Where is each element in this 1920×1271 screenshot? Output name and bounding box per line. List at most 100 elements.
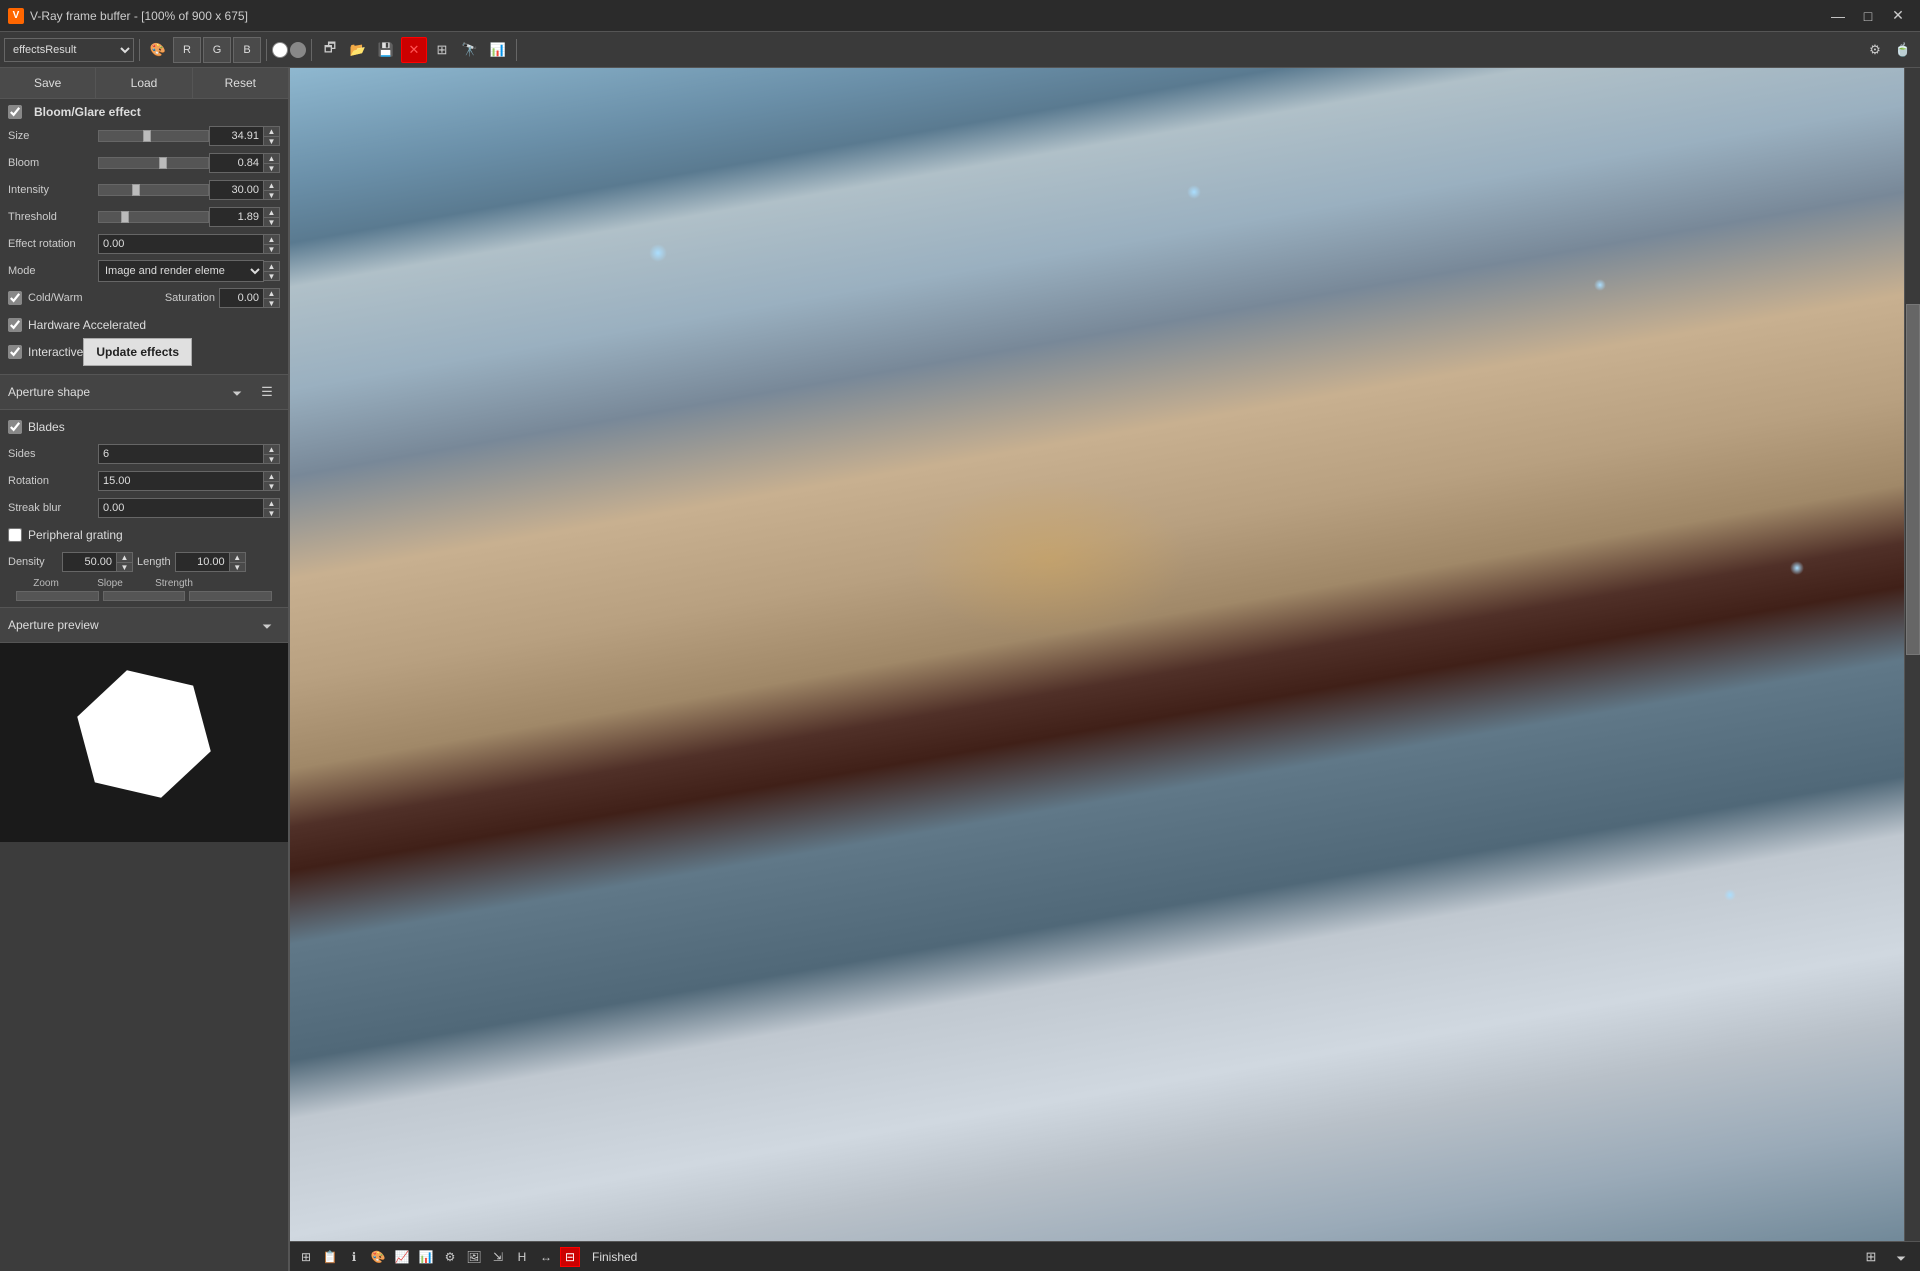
size-input[interactable] <box>209 126 264 146</box>
mode-spin-up[interactable]: ▲ <box>264 261 280 271</box>
collapse-preview-icon[interactable]: 🞃 <box>254 612 280 638</box>
histogram-icon[interactable]: 📊 <box>485 37 511 63</box>
sides-input[interactable] <box>98 444 264 464</box>
aperture-preview-header: Aperture preview 🞃 <box>0 607 288 642</box>
g-channel-button[interactable]: G <box>203 37 231 63</box>
intensity-slider[interactable] <box>98 184 209 196</box>
streak-blur-label: Streak blur <box>8 502 98 514</box>
save-icon[interactable]: 💾 <box>373 37 399 63</box>
streak-blur-spin-down[interactable]: ▼ <box>264 508 280 518</box>
bloom-input[interactable] <box>209 153 264 173</box>
saturation-spin-down[interactable]: ▼ <box>264 298 280 308</box>
reset-button[interactable]: Reset <box>193 68 288 98</box>
size-spin-up[interactable]: ▲ <box>264 126 280 136</box>
bloom-glare-checkbox[interactable] <box>8 105 22 119</box>
cold-warm-row: Cold/Warm Saturation ▲ ▼ <box>8 287 280 309</box>
blades-label: Blades <box>28 420 65 434</box>
length-spin-up[interactable]: ▲ <box>230 552 246 562</box>
density-input[interactable] <box>62 552 117 572</box>
threshold-spin-up[interactable]: ▲ <box>264 207 280 217</box>
size-slider[interactable] <box>98 130 209 142</box>
toolbar-separator-2 <box>266 39 267 61</box>
stop-icon[interactable]: ✕ <box>401 37 427 63</box>
zoom-slider[interactable] <box>16 591 99 601</box>
gray-circle <box>290 42 306 58</box>
sides-spin-down[interactable]: ▼ <box>264 454 280 464</box>
load-button[interactable]: Load <box>96 68 192 98</box>
density-spin-down[interactable]: ▼ <box>117 562 133 572</box>
minimize-button[interactable]: ― <box>1824 2 1852 30</box>
update-effects-button[interactable]: Update effects <box>83 338 192 366</box>
title-bar: V V-Ray frame buffer - [100% of 900 x 67… <box>0 0 1920 32</box>
threshold-input[interactable] <box>209 207 264 227</box>
rotation-spin-up[interactable]: ▲ <box>264 471 280 481</box>
strength-slider[interactable] <box>189 591 272 601</box>
teapot-icon[interactable]: 🍵 <box>1890 37 1916 63</box>
layers-icon[interactable]: 🗗 <box>317 37 343 63</box>
length-label: Length <box>137 556 171 568</box>
render-channel-dropdown[interactable]: effectsResult <box>4 38 134 62</box>
intensity-spin-down[interactable]: ▼ <box>264 190 280 200</box>
streak-blur-row: Streak blur ▲ ▼ <box>8 497 280 519</box>
hue-icon[interactable]: 🎨 <box>145 37 171 63</box>
streak-blur-spin-up[interactable]: ▲ <box>264 498 280 508</box>
slope-slider[interactable] <box>103 591 186 601</box>
toolbar-separator <box>139 39 140 61</box>
r-channel-button[interactable]: R <box>173 37 201 63</box>
bloom-slider[interactable] <box>98 157 209 169</box>
saturation-spin-up[interactable]: ▲ <box>264 288 280 298</box>
saturation-input[interactable] <box>219 288 264 308</box>
sides-spin-up[interactable]: ▲ <box>264 444 280 454</box>
intensity-input[interactable] <box>209 180 264 200</box>
close-button[interactable]: ✕ <box>1884 2 1912 30</box>
maximize-button[interactable]: □ <box>1854 2 1882 30</box>
cold-warm-checkbox[interactable] <box>8 291 22 305</box>
length-spin-down[interactable]: ▼ <box>230 562 246 572</box>
intensity-spin-up[interactable]: ▲ <box>264 180 280 190</box>
stop-render-icon[interactable]: ⊟ <box>560 1247 580 1267</box>
threshold-spin-down[interactable]: ▼ <box>264 217 280 227</box>
zoom-slope-strength-labels: Zoom Slope Strength <box>16 578 272 589</box>
settings-icon[interactable]: ⚙ <box>1862 37 1888 63</box>
bloom-spin-down[interactable]: ▼ <box>264 163 280 173</box>
length-input[interactable] <box>175 552 230 572</box>
rotation-spinner: ▲ ▼ <box>264 471 280 491</box>
app-icon: V <box>8 8 24 24</box>
peripheral-grating-label: Peripheral grating <box>28 528 123 542</box>
b-channel-button[interactable]: B <box>233 37 261 63</box>
size-spinner[interactable]: ▲ ▼ <box>264 126 280 146</box>
save-button[interactable]: Save <box>0 68 96 98</box>
status-menu-icon[interactable]: 🞃 <box>1888 1244 1914 1270</box>
interactive-checkbox[interactable] <box>8 345 22 359</box>
effect-rotation-input[interactable] <box>98 234 264 254</box>
bloom-glare-header: Bloom/Glare effect <box>8 105 280 119</box>
hw-accelerated-label: Hardware Accelerated <box>28 318 146 332</box>
effect-rotation-spin-down[interactable]: ▼ <box>264 244 280 254</box>
collapse-aperture-icon[interactable]: 🞃 <box>224 379 250 405</box>
bloom-spin-up[interactable]: ▲ <box>264 153 280 163</box>
scroll-thumb[interactable] <box>1906 304 1920 656</box>
mode-label: Mode <box>8 265 98 277</box>
mode-spin-down[interactable]: ▼ <box>264 271 280 281</box>
rotation-input[interactable] <box>98 471 264 491</box>
blades-checkbox[interactable] <box>8 420 22 434</box>
streak-blur-input[interactable] <box>98 498 264 518</box>
interactive-row: Interactive Update effects <box>8 341 280 363</box>
peripheral-grating-checkbox[interactable] <box>8 528 22 542</box>
hw-accelerated-checkbox[interactable] <box>8 318 22 332</box>
size-spin-down[interactable]: ▼ <box>264 136 280 146</box>
mode-select[interactable]: Image and render eleme Image only Render… <box>98 260 264 282</box>
status-icon-7: ⚙ <box>440 1247 460 1267</box>
rotation-spin-down[interactable]: ▼ <box>264 481 280 491</box>
menu-aperture-icon[interactable]: ☰ <box>254 379 280 405</box>
folder-open-icon[interactable]: 📂 <box>345 37 371 63</box>
status-icon-10: H <box>512 1247 532 1267</box>
lens-icon[interactable]: 🔭 <box>457 37 483 63</box>
density-spin-up[interactable]: ▲ <box>117 552 133 562</box>
threshold-slider[interactable] <box>98 211 209 223</box>
status-expand-icon[interactable]: ⊞ <box>1858 1244 1884 1270</box>
status-icon-8: 🖼 <box>464 1247 484 1267</box>
render-region-icon[interactable]: ⊞ <box>429 37 455 63</box>
vertical-scrollbar[interactable] <box>1904 68 1920 1241</box>
effect-rotation-spin-up[interactable]: ▲ <box>264 234 280 244</box>
